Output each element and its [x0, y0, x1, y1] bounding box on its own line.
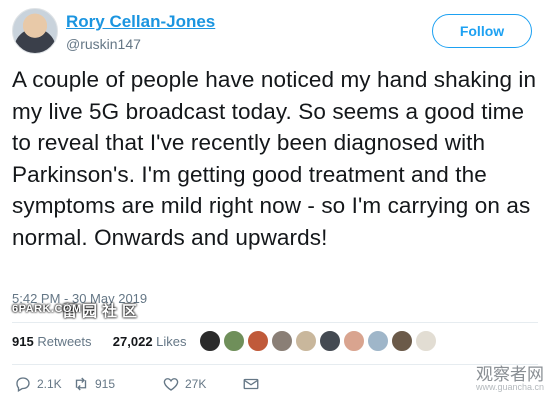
- liker-avatar[interactable]: [343, 330, 365, 352]
- tweet-header: Rory Cellan-Jones @ruskin147 Follow: [12, 8, 538, 58]
- liker-avatar[interactable]: [319, 330, 341, 352]
- watermark-right-site: www.guancha.cn: [475, 382, 544, 392]
- reply-icon: [16, 377, 30, 392]
- engagement-stats: 915 Retweets 27,022 Likes: [12, 334, 187, 349]
- liker-avatar[interactable]: [415, 330, 437, 352]
- retweets-count[interactable]: 915: [12, 334, 34, 349]
- author-handle[interactable]: @ruskin147: [66, 36, 141, 52]
- like-button[interactable]: 27K: [162, 374, 206, 394]
- reply-button[interactable]: 2.1K: [14, 374, 62, 394]
- watermark-left-site: 6PARK.COM: [12, 303, 82, 315]
- retweet-count: 915: [95, 377, 116, 391]
- retweet-button[interactable]: 915: [72, 374, 115, 394]
- watermark-right: 观察者网 www.guancha.cn: [448, 360, 548, 398]
- liker-avatar[interactable]: [391, 330, 413, 352]
- reply-count: 2.1K: [37, 377, 62, 391]
- message-button[interactable]: [242, 374, 260, 394]
- divider: [12, 322, 538, 323]
- liker-avatar[interactable]: [199, 330, 221, 352]
- liker-avatar[interactable]: [223, 330, 245, 352]
- liker-avatar[interactable]: [247, 330, 269, 352]
- follow-button[interactable]: Follow: [432, 14, 532, 48]
- tweet-text: A couple of people have noticed my hand …: [12, 67, 537, 250]
- likes-count[interactable]: 27,022: [113, 334, 153, 349]
- liker-avatar[interactable]: [367, 330, 389, 352]
- like-count: 27K: [185, 377, 207, 391]
- avatar[interactable]: [12, 8, 58, 54]
- retweets-label[interactable]: Retweets: [37, 334, 91, 349]
- heart-icon: [163, 378, 179, 391]
- liker-avatar[interactable]: [271, 330, 293, 352]
- envelope-icon: [243, 378, 259, 390]
- retweet-icon: [75, 377, 87, 391]
- likes-label[interactable]: Likes: [156, 334, 186, 349]
- liker-avatar[interactable]: [295, 330, 317, 352]
- author-name[interactable]: Rory Cellan-Jones: [66, 12, 215, 32]
